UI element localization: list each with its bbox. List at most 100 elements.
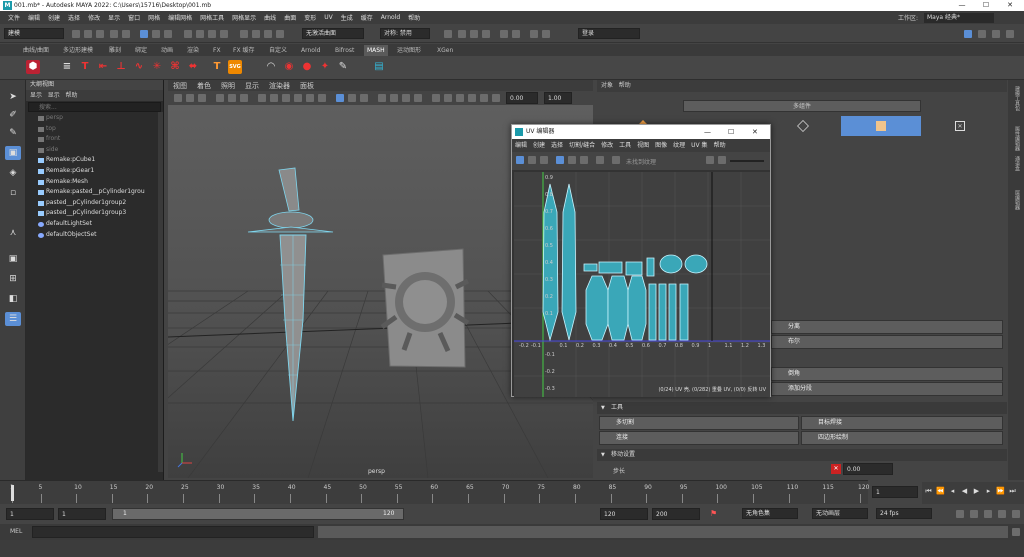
- menu-modify[interactable]: 修改: [84, 13, 104, 22]
- rotate-tool-icon[interactable]: ◈: [5, 166, 21, 180]
- uv-grid-icon[interactable]: [516, 156, 524, 164]
- menu-file[interactable]: 文件: [4, 13, 24, 22]
- login-dropdown[interactable]: 登录: [578, 28, 640, 39]
- uv-select-icon[interactable]: ✕: [955, 121, 965, 131]
- scale-tool-icon[interactable]: ▫: [5, 186, 21, 200]
- mash-world-icon[interactable]: ◉: [282, 60, 296, 74]
- textured-icon[interactable]: [294, 94, 302, 102]
- uv-menu-create[interactable]: 创建: [530, 139, 548, 152]
- menu-mesh-display[interactable]: 网格显示: [228, 13, 260, 22]
- uv-menu-cut-sew[interactable]: 切割/缝合: [566, 139, 598, 152]
- uv-texture-borders-icon[interactable]: [568, 156, 576, 164]
- select-tool-icon[interactable]: ➤: [5, 90, 21, 104]
- outliner-item[interactable]: persp: [26, 113, 163, 124]
- bevel-button[interactable]: 倒角: [771, 367, 1003, 381]
- channel-box-toggle-icon[interactable]: [1006, 30, 1014, 38]
- shelf-tab-xgen[interactable]: XGen: [434, 45, 456, 56]
- select-hierarchy-icon[interactable]: [140, 30, 148, 38]
- shelf-tab-rendering[interactable]: 渲染: [184, 45, 202, 56]
- outliner-menu-help[interactable]: 帮助: [66, 92, 78, 99]
- menu-mesh[interactable]: 网格: [144, 13, 164, 22]
- side-tab-channel-box[interactable]: 通道盒: [1011, 156, 1021, 171]
- motion-trail-icon[interactable]: ◠: [264, 60, 278, 74]
- lasso-tool-icon[interactable]: ✐: [5, 108, 21, 122]
- vp-menu-view[interactable]: 视图: [168, 81, 192, 91]
- shelf-tab-arnold[interactable]: Arnold: [298, 45, 323, 56]
- layout-toggle-icon[interactable]: [964, 30, 972, 38]
- minimize-button[interactable]: —: [950, 0, 974, 11]
- four-view-layout-icon[interactable]: ⊞: [5, 272, 21, 286]
- go-to-start-icon[interactable]: ⏮: [924, 487, 933, 496]
- uv-exposure-slider[interactable]: [730, 160, 764, 162]
- play-forward-icon[interactable]: ▶: [972, 487, 981, 496]
- outliner-item[interactable]: pasted__pCylinder1group3: [26, 208, 163, 219]
- quad-draw-button[interactable]: 四边形绘制: [801, 431, 1003, 445]
- face-mode-icon[interactable]: [208, 30, 216, 38]
- outliner-item[interactable]: side: [26, 145, 163, 156]
- redo-icon[interactable]: [122, 30, 130, 38]
- mash-signal-icon[interactable]: ✦: [318, 60, 332, 74]
- outliner-item[interactable]: pasted__pCylinder1group2: [26, 198, 163, 209]
- outliner-item[interactable]: Remake:pCube1: [26, 155, 163, 166]
- step-back-frame-icon[interactable]: ◂: [948, 487, 957, 496]
- sound-icon[interactable]: [970, 510, 978, 518]
- history-icon[interactable]: [444, 30, 452, 38]
- command-input[interactable]: [32, 526, 314, 538]
- vp-menu-panels[interactable]: 面板: [295, 81, 319, 91]
- outliner-scrollbar[interactable]: [158, 112, 163, 472]
- menu-arnold[interactable]: Arnold: [377, 14, 404, 21]
- range-slider[interactable]: 1 120: [112, 508, 404, 520]
- snap-grid-icon[interactable]: [240, 30, 248, 38]
- wireframe-icon[interactable]: [258, 94, 266, 102]
- vertex-mode-icon[interactable]: [184, 30, 192, 38]
- outliner-search-input[interactable]: 搜索...: [28, 102, 161, 112]
- menu-display[interactable]: 显示: [104, 13, 124, 22]
- uv-shaded-icon[interactable]: [540, 156, 548, 164]
- save-scene-icon[interactable]: [96, 30, 104, 38]
- snap-curve-icon[interactable]: [252, 30, 260, 38]
- outliner-item[interactable]: defaultLightSet: [26, 219, 163, 230]
- uv-menu-tools[interactable]: 工具: [616, 139, 634, 152]
- mash-placer-icon[interactable]: ●: [300, 60, 314, 74]
- mash-editor-icon[interactable]: ≡: [60, 60, 74, 74]
- shelf-tab-fx[interactable]: FX: [210, 45, 224, 56]
- render-view-icon[interactable]: [512, 30, 520, 38]
- menu-generate[interactable]: 生成: [337, 13, 357, 22]
- vp-menu-lighting[interactable]: 照明: [216, 81, 240, 91]
- current-time-marker[interactable]: [11, 485, 14, 501]
- time-slider[interactable]: 1510152025303540455055606570758085909510…: [0, 480, 869, 504]
- menu-mesh-tools[interactable]: 网格工具: [196, 13, 228, 22]
- connect-button[interactable]: 连接: [599, 431, 799, 445]
- camera-attr-icon[interactable]: [174, 94, 182, 102]
- menu-edit[interactable]: 编辑: [24, 13, 44, 22]
- play-backward-icon[interactable]: ◀: [960, 487, 969, 496]
- mash-dynamics-icon[interactable]: ✳: [150, 60, 164, 74]
- antialias-icon[interactable]: [402, 94, 410, 102]
- lights-icon[interactable]: [306, 94, 314, 102]
- shelf-tab-custom[interactable]: 自定义: [266, 45, 290, 56]
- edge-select-icon[interactable]: [797, 120, 809, 132]
- dof-icon[interactable]: [414, 94, 422, 102]
- image-plane-icon[interactable]: [198, 94, 206, 102]
- step-forward-key-icon[interactable]: ⏩: [996, 487, 1005, 496]
- modeling-toolkit-toggle-icon[interactable]: [978, 30, 986, 38]
- smooth-shade-icon[interactable]: [270, 94, 278, 102]
- step-field[interactable]: 0.00: [843, 463, 893, 475]
- target-weld-button[interactable]: 目标焊接: [801, 416, 1003, 430]
- mash-curve-icon[interactable]: ∿: [132, 60, 146, 74]
- uv-minimize-button[interactable]: —: [704, 125, 711, 139]
- menu-windows[interactable]: 窗口: [124, 13, 144, 22]
- step-back-key-icon[interactable]: ⏪: [936, 487, 945, 496]
- character-set-dropdown[interactable]: 无角色集: [742, 508, 798, 519]
- uv-editor-titlebar[interactable]: UV 编辑器 — ☐ ✕: [512, 125, 770, 139]
- shelf-tab-motion-graphics[interactable]: 运动图形: [394, 45, 424, 56]
- shelf-tab-animation[interactable]: 动画: [158, 45, 176, 56]
- uv-menu-edit[interactable]: 编辑: [512, 139, 530, 152]
- outliner-menu-display[interactable]: 显示: [30, 92, 42, 99]
- fps-dropdown[interactable]: 24 fps: [876, 508, 932, 519]
- uv-gamma-icon[interactable]: [718, 156, 726, 164]
- move-settings-header[interactable]: 移动设置: [597, 449, 1007, 461]
- arnold-ipr-icon[interactable]: [542, 30, 550, 38]
- maximize-button[interactable]: ☐: [974, 0, 998, 11]
- menu-help[interactable]: 帮助: [404, 13, 424, 22]
